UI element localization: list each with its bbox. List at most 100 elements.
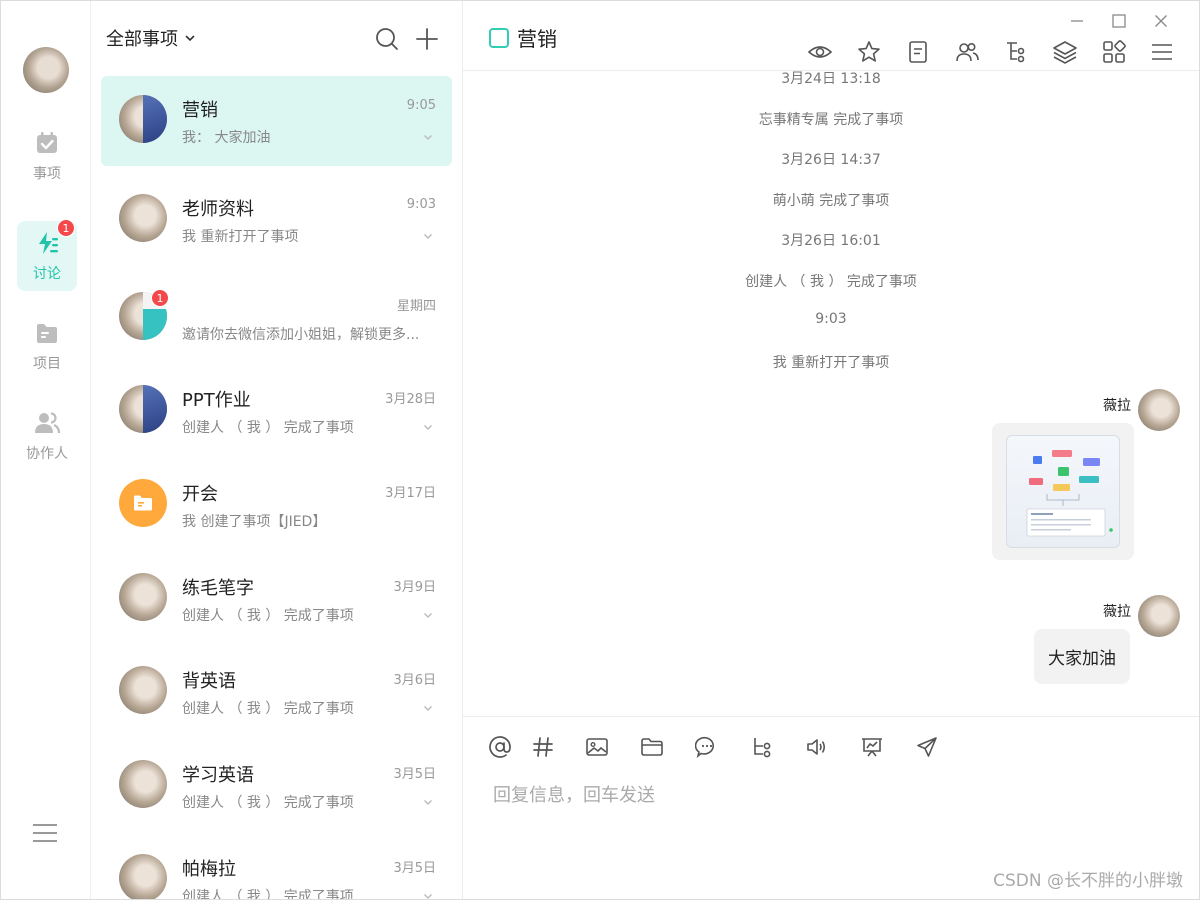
chevron-down-icon[interactable] — [422, 421, 434, 433]
image-thumbnail — [1006, 435, 1120, 548]
conversation-preview: 我 重新打开了事项 — [182, 229, 299, 245]
avatar — [119, 194, 167, 242]
subtask-tree-icon[interactable] — [1003, 39, 1029, 65]
conversation-title: 学习英语 — [182, 765, 254, 786]
conversation-preview: 创建人 （ 我 ） 完成了事项 — [182, 701, 354, 717]
conversation-preview: 创建人 （ 我 ） 完成了事项 — [182, 795, 354, 811]
rail-item-discussion[interactable]: 1 讨论 — [17, 219, 77, 291]
chevron-down-icon[interactable] — [422, 609, 434, 621]
list-header: 全部事项 — [91, 1, 462, 73]
chat-header: 营销 — [463, 1, 1199, 71]
system-message: 创建人 （ 我 ） 完成了事项 — [745, 274, 917, 290]
conversation-item[interactable]: 1 星期四 邀请你去微信添加小姐姐，解锁更多... — [101, 273, 452, 363]
rail-item-collaborators[interactable]: 协作人 — [17, 401, 77, 471]
conversation-preview: 创建人 （ 我 ） 完成了事项 — [182, 420, 354, 436]
members-icon[interactable] — [954, 39, 980, 65]
filter-label: 全部事项 — [106, 29, 178, 50]
sender-name: 薇拉 — [1103, 398, 1131, 414]
conversation-item[interactable]: 背英语 3月6日 创建人 （ 我 ） 完成了事项 — [101, 647, 452, 737]
avatar — [119, 95, 167, 143]
conversation-item[interactable]: 营销 9:05 我： 大家加油 — [101, 76, 452, 166]
presentation-icon[interactable] — [860, 735, 884, 759]
avatar[interactable] — [1138, 595, 1180, 637]
chat-bubble-icon[interactable] — [695, 735, 719, 759]
folder-icon — [37, 324, 57, 343]
conversation-time: 3月9日 — [393, 580, 436, 595]
text-message[interactable]: 大家加油 — [1034, 629, 1130, 684]
star-icon[interactable] — [856, 39, 882, 65]
menu-icon[interactable] — [31, 819, 59, 847]
eye-icon[interactable] — [807, 39, 833, 65]
close-icon[interactable] — [1151, 11, 1171, 31]
subtask-icon[interactable] — [750, 735, 774, 759]
minimize-icon[interactable] — [1067, 11, 1087, 31]
document-icon[interactable] — [905, 39, 931, 65]
chevron-down-icon[interactable] — [422, 890, 434, 900]
nav-rail: 事项 1 讨论 项目 协作人 — [1, 1, 91, 899]
avatar — [119, 573, 167, 621]
rail-item-label: 事项 — [33, 166, 61, 182]
rail-item-label: 协作人 — [26, 446, 68, 462]
conversation-time: 3月6日 — [393, 673, 436, 688]
conversation-item[interactable]: 练毛笔字 3月9日 创建人 （ 我 ） 完成了事项 — [101, 554, 452, 644]
people-icon — [35, 412, 61, 434]
filter-dropdown[interactable]: 全部事项 — [106, 25, 196, 51]
message-input[interactable] — [493, 775, 1133, 815]
apps-grid-icon[interactable] — [1101, 39, 1127, 65]
system-message: 3月26日 16:01 — [781, 233, 881, 249]
avatar — [119, 385, 167, 433]
chevron-down-icon[interactable] — [422, 702, 434, 714]
rail-item-tasks[interactable]: 事项 — [17, 121, 77, 191]
search-icon[interactable] — [373, 25, 401, 53]
avatar — [119, 479, 167, 527]
hashtag-icon[interactable] — [531, 735, 555, 759]
layers-icon[interactable] — [1052, 39, 1078, 65]
rail-item-projects[interactable]: 项目 — [17, 311, 77, 381]
conversation-preview: 创建人 （ 我 ） 完成了事项 — [182, 608, 354, 624]
profile-avatar[interactable] — [23, 47, 69, 93]
chevron-down-icon[interactable] — [422, 796, 434, 808]
system-message: 萌小萌 完成了事项 — [772, 193, 890, 209]
conversation-item[interactable]: 学习英语 3月5日 创建人 （ 我 ） 完成了事项 — [101, 741, 452, 831]
conversation-item[interactable]: 老师资料 9:03 我 重新打开了事项 — [101, 175, 452, 265]
more-menu-icon[interactable] — [1149, 39, 1175, 65]
chat-title: 营销 — [489, 23, 557, 52]
conversation-preview: 邀请你去微信添加小姐姐，解锁更多... — [182, 327, 420, 343]
avatar — [119, 666, 167, 714]
unread-badge: 1 — [151, 289, 169, 307]
conversation-preview: 我： 大家加油 — [182, 130, 271, 146]
mention-icon[interactable] — [488, 735, 512, 759]
chat-title-text: 营销 — [517, 27, 557, 51]
conversation-time: 3月5日 — [393, 861, 436, 876]
system-message: 3月24日 13:18 — [781, 71, 881, 87]
calendar-check-icon — [37, 132, 57, 153]
image-message[interactable] — [992, 423, 1134, 560]
conversation-time: 3月5日 — [393, 767, 436, 782]
conversation-list-panel: 全部事项 营销 9:05 我： 大家加油 老师资料 9:03 我 重新打开了事项… — [91, 1, 463, 899]
app-window: 事项 1 讨论 项目 协作人 全部事项 营销 9:05 我： 大家加油 老师资料… — [0, 0, 1200, 900]
conversation-time: 3月17日 — [385, 486, 436, 501]
task-checkbox[interactable] — [489, 27, 509, 48]
system-message: 忘事精专属 完成了事项 — [758, 112, 904, 128]
maximize-icon[interactable] — [1109, 11, 1129, 31]
conversation-time: 9:05 — [406, 98, 436, 113]
send-icon[interactable] — [915, 735, 939, 759]
system-message: 3月26日 14:37 — [781, 152, 881, 168]
audio-icon[interactable] — [805, 735, 829, 759]
folder-icon — [134, 495, 152, 511]
avatar[interactable] — [1138, 389, 1180, 431]
conversation-item[interactable]: 帕梅拉 3月5日 创建人 （ 我 ） 完成了事项 — [101, 835, 452, 900]
sender-name: 薇拉 — [1103, 604, 1131, 620]
add-icon[interactable] — [413, 25, 441, 53]
conversation-time: 9:03 — [406, 197, 436, 212]
chevron-down-icon[interactable] — [422, 230, 434, 242]
conversation-title: 帕梅拉 — [182, 859, 236, 880]
chevron-down-icon[interactable] — [422, 131, 434, 143]
conversation-preview: 创建人 （ 我 ） 完成了事项 — [182, 889, 354, 900]
folder-icon[interactable] — [640, 735, 664, 759]
rail-item-label: 项目 — [33, 356, 61, 372]
conversation-item[interactable]: PPT作业 3月28日 创建人 （ 我 ） 完成了事项 — [101, 366, 452, 456]
image-icon[interactable] — [585, 735, 609, 759]
rail-item-label: 讨论 — [33, 266, 61, 282]
conversation-item[interactable]: 开会 3月17日 我 创建了事项【JIED】 — [101, 460, 452, 550]
